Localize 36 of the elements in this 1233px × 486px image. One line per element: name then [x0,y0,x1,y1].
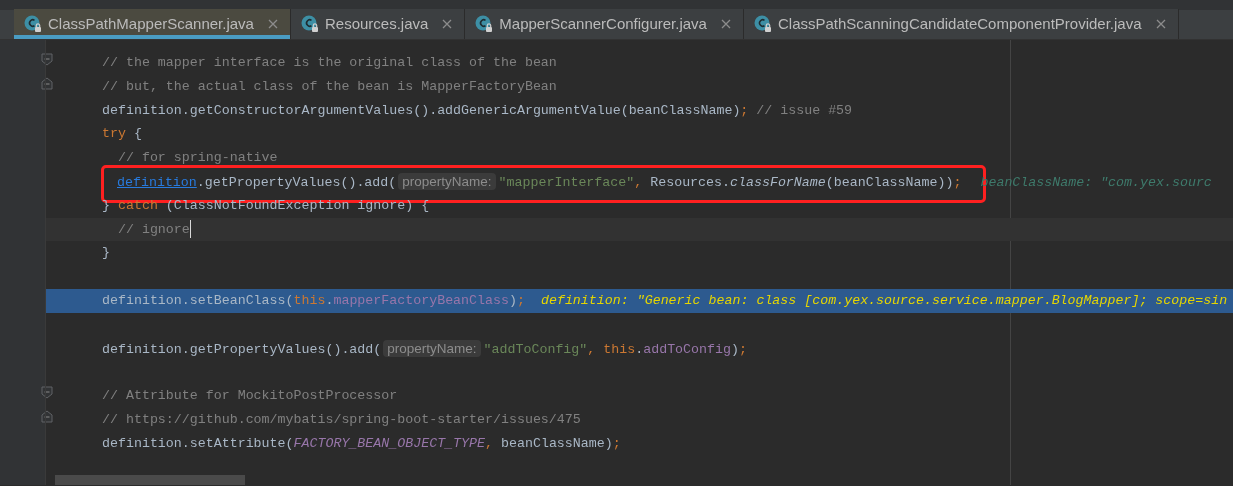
close-icon[interactable] [720,19,731,29]
code-text: // Attribute for MockitoPostProcessor [102,388,398,404]
code-text: "mapperInterface", Resources.classForName(beanClassName)); [498,175,962,190]
code-text: .getPropertyValues().add( [196,175,397,190]
code-text: // but, the actual class of the bean is MapperFactoryBean [102,78,557,94]
code-text: "addToConfig", this.addToConfig); [483,341,747,357]
code-text: definition.getConstructorArgumentValues().addGenericArgumentValue(beanClassName); // issue #59 [102,102,853,118]
close-icon[interactable] [267,19,278,29]
code-text: } [102,245,110,261]
class-file-icon [475,15,494,33]
editor-tab[interactable]: MapperScannerConfigurer.java [465,9,744,39]
code-text: // https://github.com/mybatis/spring-boot-starter/issues/475 [102,411,581,427]
editor-tab[interactable]: ClassPathScanningCandidateComponentProvider.java [743,9,1179,39]
code-link[interactable]: definition [117,175,197,190]
editor-tab[interactable]: Resources.java [290,9,466,39]
code-text: // the mapper interface is the original class of the bean [102,55,557,70]
code-text: try { [102,126,142,142]
code-text: // ignore [116,221,190,237]
code-text: // for spring-native [116,150,278,166]
fold-marker-icon[interactable] [41,386,53,400]
close-icon[interactable] [442,19,453,29]
class-file-icon [300,15,319,33]
fold-marker-icon[interactable] [41,53,53,66]
class-file-icon [24,15,42,33]
editor-tab[interactable]: ClassPathMapperScanner.java [14,9,291,39]
code-text: definition.setAttribute(FACTORY_BEAN_OBJECT_TYPE, beanClassName); [102,435,621,451]
class-file-icon [753,15,772,33]
code-text: definition.getPropertyValues().add( [102,341,382,357]
parameter-hint: propertyName: [398,173,496,190]
parameter-hint: propertyName: [383,339,481,357]
fold-marker-icon[interactable] [41,409,53,423]
fold-marker-icon[interactable] [41,76,53,90]
close-icon[interactable] [1155,19,1166,29]
code-text: definition.setBeanClass(this.mapperFactoryBeanClass); [102,292,525,308]
scrollbar-thumb[interactable] [55,475,245,485]
debug-value: definition: "Generic bean: class [com.yex.source.service.mapper.BlogMapper]; scope=sin [540,292,1228,308]
